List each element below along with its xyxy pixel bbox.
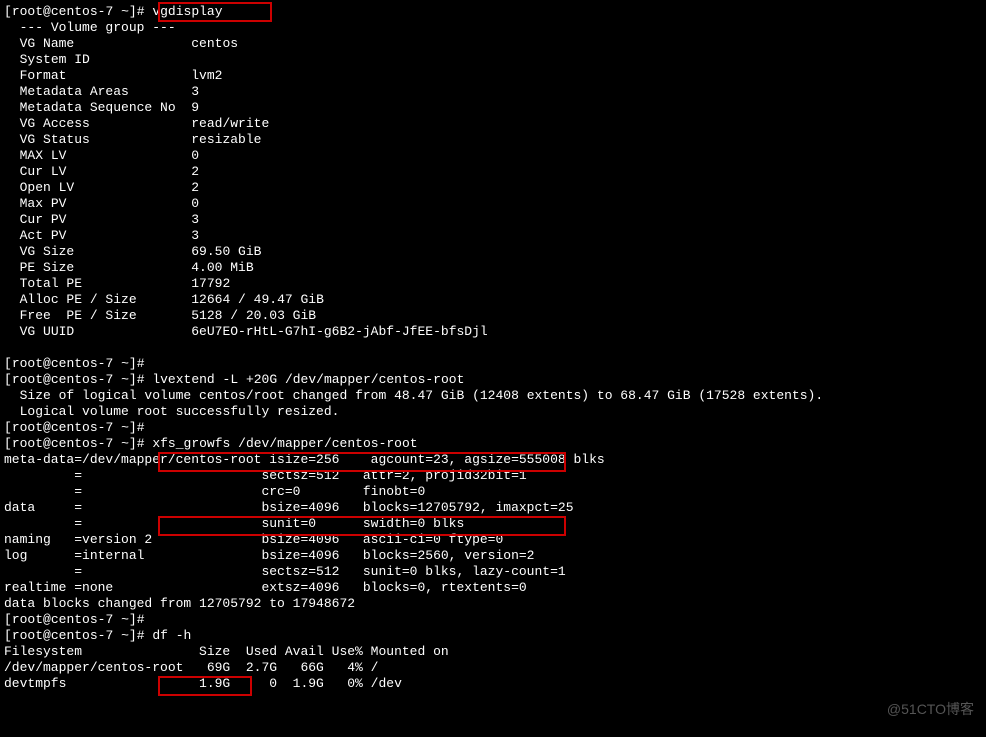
lvextend-line1: Size of logical volume centos/root chang… <box>20 388 824 403</box>
df-row-devtmpfs: devtmpfs 1.9G 0 1.9G 0% /dev <box>4 676 402 691</box>
df-header: Filesystem Size Used Avail Use% Mounted … <box>4 644 449 659</box>
cmd-vgdisplay[interactable]: vgdisplay <box>152 4 222 19</box>
vg-header: --- Volume group --- <box>20 20 176 35</box>
terminal-output: [root@centos-7 ~]# vgdisplay --- Volume … <box>0 0 986 692</box>
xfs-out: meta-data=/dev/mapper/centos-root isize=… <box>4 452 605 611</box>
watermark: @51CTO博客 <box>887 699 974 719</box>
cmd-lvextend[interactable]: lvextend -L +20G /dev/mapper/centos-root <box>152 372 464 387</box>
df-row-root: /dev/mapper/centos-root 69G 2.7G 66G 4% … <box>4 660 378 675</box>
lvextend-line2: Logical volume root successfully resized… <box>20 404 340 419</box>
cmd-xfs-growfs[interactable]: xfs_growfs /dev/mapper/centos-root <box>152 436 417 451</box>
cmd-df[interactable]: df -h <box>152 628 191 643</box>
